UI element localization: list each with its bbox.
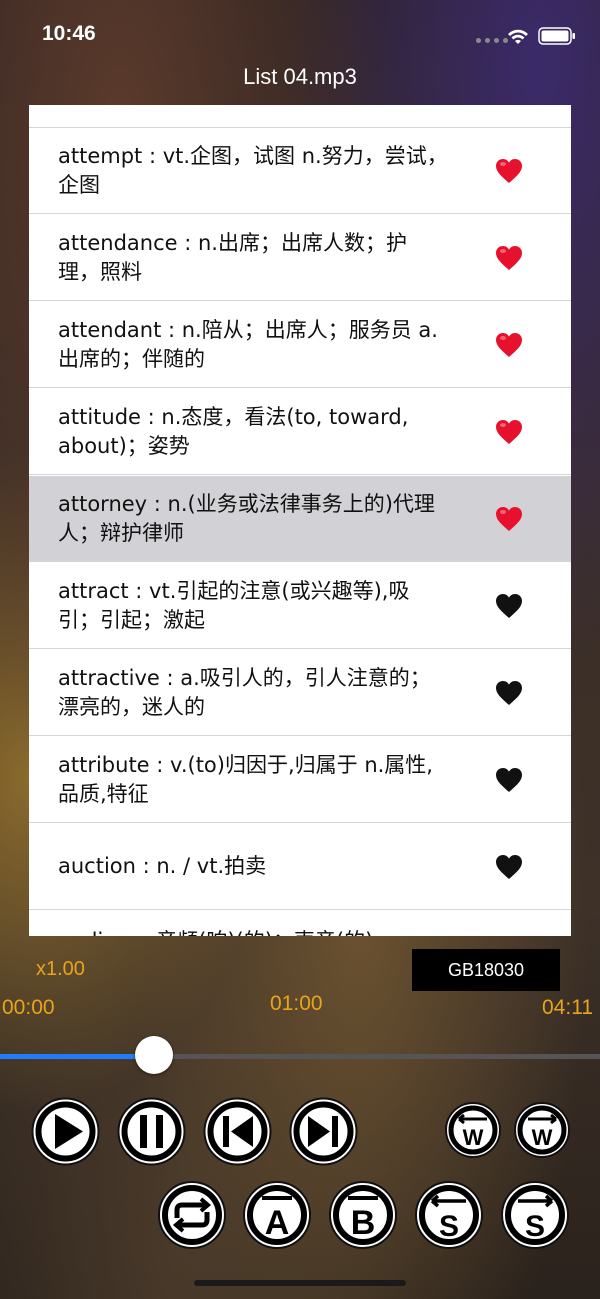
b-point-icon[interactable]: B bbox=[326, 1178, 400, 1252]
status-bar: 10:46 bbox=[0, 0, 600, 70]
heart-black-icon[interactable] bbox=[495, 854, 523, 880]
svg-text:S: S bbox=[439, 1210, 459, 1243]
time-current: 01:00 bbox=[270, 992, 323, 1015]
list-item-text: attitude : n.态度，看法(to, toward, about)；姿势 bbox=[58, 405, 409, 458]
repeat-icon[interactable] bbox=[155, 1178, 229, 1252]
sentence-forward-icon[interactable]: S bbox=[498, 1178, 572, 1252]
list-item-text: attendant : n.陪从；出席人；服务员 a.出席的；伴随的 bbox=[58, 318, 438, 371]
list-item[interactable]: attempt : vt.企图，试图 n.努力，尝试，企图 bbox=[29, 128, 571, 214]
word-forward-icon[interactable]: W bbox=[512, 1100, 572, 1160]
encoding-button[interactable]: GB18030 bbox=[412, 949, 560, 991]
heart-black-icon[interactable] bbox=[495, 767, 523, 793]
word-back-icon[interactable]: W bbox=[443, 1100, 503, 1160]
status-time: 10:46 bbox=[42, 22, 96, 45]
sentence-back-icon[interactable]: S bbox=[412, 1178, 486, 1252]
list-item[interactable]: attractive : a.吸引人的，引人注意的；漂亮的，迷人的 bbox=[29, 650, 571, 736]
list-item-partial-top[interactable] bbox=[29, 105, 571, 128]
progress-slider-thumb[interactable] bbox=[135, 1036, 174, 1074]
list-item-text: attractive : a.吸引人的，引人注意的；漂亮的，迷人的 bbox=[58, 666, 431, 719]
heart-red-icon[interactable] bbox=[495, 332, 523, 358]
word-list[interactable]: attempt : vt.企图，试图 n.努力，尝试，企图 attendance … bbox=[29, 105, 571, 936]
list-item-text: auction : n. / vt.拍卖 bbox=[58, 854, 267, 878]
list-item-text: attempt : vt.企图，试图 n.努力，尝试，企图 bbox=[58, 144, 448, 197]
play-icon[interactable] bbox=[28, 1094, 103, 1169]
list-item[interactable]: attribute : v.(to)归因于,归属于 n.属性,品质,特征 bbox=[29, 737, 571, 823]
home-indicator bbox=[194, 1280, 406, 1286]
wifi-icon bbox=[508, 29, 528, 44]
list-item-text: attribute : v.(to)归因于,归属于 n.属性,品质,特征 bbox=[58, 753, 433, 806]
list-item[interactable]: attendant : n.陪从；出席人；服务员 a.出席的；伴随的 bbox=[29, 302, 571, 388]
time-end: 04:11 bbox=[542, 996, 593, 1019]
svg-text:W: W bbox=[532, 1125, 553, 1150]
list-item[interactable]: auction : n. / vt.拍卖 bbox=[29, 824, 571, 910]
list-item[interactable]: attorney : n.(业务或法律事务上的)代理人；辩护律师 bbox=[29, 476, 571, 562]
list-item[interactable]: attitude : n.态度，看法(to, toward, about)；姿势 bbox=[29, 389, 571, 475]
time-start: 00:00 bbox=[2, 996, 55, 1019]
heart-red-icon[interactable] bbox=[495, 245, 523, 271]
heart-black-icon[interactable] bbox=[495, 680, 523, 706]
list-item-partial-bottom[interactable]: audio : a.音频(响)(的)；声音(的) bbox=[29, 913, 571, 936]
list-item[interactable]: attract : vt.引起的注意(或兴趣等),吸引；引起；激起 bbox=[29, 563, 571, 649]
svg-text:S: S bbox=[525, 1210, 545, 1243]
previous-icon[interactable] bbox=[200, 1094, 275, 1169]
nav-title: List 04.mp3 bbox=[243, 64, 357, 89]
svg-text:B: B bbox=[351, 1204, 376, 1242]
cellular-signal-icon bbox=[476, 38, 508, 43]
list-item[interactable]: attendance : n.出席；出席人数；护理，照料 bbox=[29, 215, 571, 301]
heart-black-icon[interactable] bbox=[495, 593, 523, 619]
list-item-text: attorney : n.(业务或法律事务上的)代理人；辩护律师 bbox=[58, 492, 435, 545]
speed-button[interactable]: x1.00 bbox=[36, 958, 85, 981]
next-icon[interactable] bbox=[286, 1094, 361, 1169]
heart-red-icon[interactable] bbox=[495, 506, 523, 532]
a-point-icon[interactable]: A bbox=[240, 1178, 314, 1252]
svg-text:A: A bbox=[265, 1204, 290, 1242]
battery-icon bbox=[538, 27, 575, 45]
list-item-text: attendance : n.出席；出席人数；护理，照料 bbox=[58, 231, 407, 284]
progress-slider-fill bbox=[0, 1054, 144, 1059]
list-item-text: audio : a.音频(响)(的)；声音(的) bbox=[58, 927, 448, 936]
list-item-text: attract : vt.引起的注意(或兴趣等),吸引；引起；激起 bbox=[58, 579, 410, 632]
pause-icon[interactable] bbox=[114, 1094, 189, 1169]
heart-red-icon[interactable] bbox=[495, 158, 523, 184]
heart-red-icon[interactable] bbox=[495, 419, 523, 445]
svg-text:W: W bbox=[463, 1125, 484, 1150]
